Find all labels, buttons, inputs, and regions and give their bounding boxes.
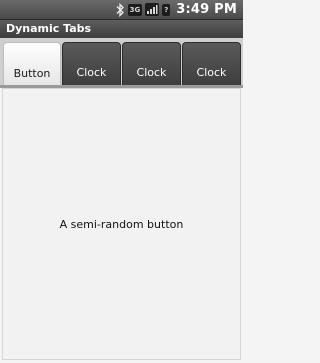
tab-label: Clock (196, 66, 227, 79)
tab-label: Clock (136, 66, 167, 79)
signal-icon (145, 3, 160, 17)
status-bar: 3G ? 3:49 PM (0, 0, 243, 20)
tab-label: Button (13, 67, 51, 80)
tab-label: Clock (76, 66, 107, 79)
3g-icon: 3G (127, 3, 143, 16)
tab-content: A semi-random button (2, 88, 241, 360)
tab-strip: Button Clock Clock Clock (0, 38, 243, 87)
app-title: Dynamic Tabs (0, 20, 243, 38)
tab-clock-2[interactable]: Clock (122, 42, 181, 86)
bluetooth-icon (116, 2, 125, 17)
semi-random-button[interactable]: A semi-random button (56, 214, 188, 235)
tab-clock-1[interactable]: Clock (62, 42, 121, 86)
tab-clock-3[interactable]: Clock (182, 42, 241, 86)
tab-button[interactable]: Button (3, 42, 61, 86)
battery-icon: ? (162, 3, 171, 16)
status-clock: 3:49 PM (176, 2, 237, 17)
